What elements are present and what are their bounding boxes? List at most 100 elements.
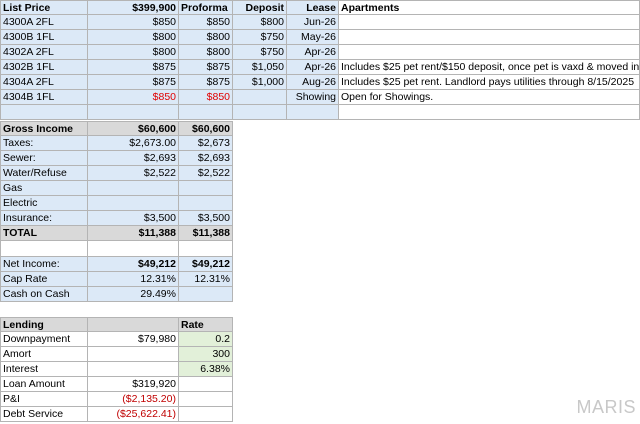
expense-label: Insurance: <box>0 211 88 226</box>
maris-watermark: MARIS <box>576 397 636 417</box>
expense-list: $2,673.00 <box>88 136 179 151</box>
expense-proforma <box>179 181 233 196</box>
unit-list-rent: $800 <box>88 30 179 45</box>
lending-row-rate: 300 <box>179 347 233 362</box>
unit-deposit: $1,000 <box>233 75 287 90</box>
expense-proforma: $2,673 <box>179 136 233 151</box>
cap-rate-proforma: 12.31% <box>179 272 233 287</box>
apartments-header: Apartments <box>339 0 640 15</box>
unit-list-rent: $875 <box>88 75 179 90</box>
unit-deposit: $1,050 <box>233 60 287 75</box>
lending-row-rate <box>179 392 233 407</box>
expense-list: $2,522 <box>88 166 179 181</box>
unit-lease: May-26 <box>287 30 339 45</box>
lending-row-rate <box>179 377 233 392</box>
unit-list-rent: $875 <box>88 60 179 75</box>
unit-name: 4302A 2FL <box>0 45 88 60</box>
unit-list-rent: $800 <box>88 45 179 60</box>
lending-row-value: $319,920 <box>88 377 179 392</box>
lending-row-label: Loan Amount <box>0 377 88 392</box>
total-label: TOTAL <box>0 226 88 241</box>
unit-proforma-rent: $800 <box>179 30 233 45</box>
unit-proforma-rent: $800 <box>179 45 233 60</box>
unit-note: Includes $25 pet rent/$150 deposit, once… <box>339 60 640 75</box>
expense-label: Sewer: <box>0 151 88 166</box>
expense-label: Gas <box>0 181 88 196</box>
gross-income-list: $60,600 <box>88 121 179 136</box>
unit-lease: Jun-26 <box>287 15 339 30</box>
unit-note: Open for Showings. <box>339 90 640 105</box>
lending-row-value: $79,980 <box>88 332 179 347</box>
lending-row-value <box>88 362 179 377</box>
cap-rate-list: 12.31% <box>88 272 179 287</box>
empty-cell <box>339 105 640 120</box>
empty-cell <box>179 287 233 302</box>
unit-proforma-rent: $875 <box>179 60 233 75</box>
net-income-proforma: $49,212 <box>179 257 233 272</box>
lending-row-label: Debt Service <box>0 407 88 422</box>
empty-cell <box>179 105 233 120</box>
unit-lease: Apr-26 <box>287 60 339 75</box>
list-price-value: $399,900 <box>88 0 179 15</box>
lending-row-label: P&I <box>0 392 88 407</box>
unit-note <box>339 45 640 60</box>
lending-row-label: Downpayment <box>0 332 88 347</box>
unit-deposit: $800 <box>233 15 287 30</box>
gross-income-proforma: $60,600 <box>179 121 233 136</box>
expense-proforma: $2,693 <box>179 151 233 166</box>
unit-list-rent: $850 <box>88 90 179 105</box>
expense-proforma: $3,500 <box>179 211 233 226</box>
lending-row-value: ($25,622.41) <box>88 407 179 422</box>
net-income-list: $49,212 <box>88 257 179 272</box>
unit-list-rent: $850 <box>88 15 179 30</box>
lending-row-value <box>88 347 179 362</box>
unit-proforma-rent: $850 <box>179 15 233 30</box>
lending-row-rate: 6.38% <box>179 362 233 377</box>
total-proforma: $11,388 <box>179 226 233 241</box>
lending-row-rate: 0.2 <box>179 332 233 347</box>
expense-label: Taxes: <box>0 136 88 151</box>
empty-cell <box>0 241 88 257</box>
empty-cell <box>88 105 179 120</box>
unit-lease: Aug-26 <box>287 75 339 90</box>
empty-cell <box>287 105 339 120</box>
unit-deposit <box>233 90 287 105</box>
expense-list: $3,500 <box>88 211 179 226</box>
unit-deposit: $750 <box>233 30 287 45</box>
rate-header: Rate <box>179 317 233 332</box>
deposit-header: Deposit <box>233 0 287 15</box>
lending-row-label: Interest <box>0 362 88 377</box>
lending-row-rate <box>179 407 233 422</box>
cash-on-cash-list: 29.49% <box>88 287 179 302</box>
lending-label: Lending <box>0 317 88 332</box>
total-list: $11,388 <box>88 226 179 241</box>
expense-label: Water/Refuse <box>0 166 88 181</box>
unit-name: 4304B 1FL <box>0 90 88 105</box>
expense-proforma <box>179 196 233 211</box>
gross-income-label: Gross Income <box>0 121 88 136</box>
expense-list <box>88 181 179 196</box>
empty-cell <box>179 241 233 257</box>
unit-lease: Showing <box>287 90 339 105</box>
unit-proforma-rent: $875 <box>179 75 233 90</box>
unit-deposit: $750 <box>233 45 287 60</box>
empty-cell <box>88 241 179 257</box>
unit-note <box>339 30 640 45</box>
lease-header: Lease <box>287 0 339 15</box>
unit-note <box>339 15 640 30</box>
unit-note: Includes $25 pet rent. Landlord pays uti… <box>339 75 640 90</box>
unit-lease: Apr-26 <box>287 45 339 60</box>
proforma-header: Proforma <box>179 0 233 15</box>
unit-name: 4302B 1FL <box>0 60 88 75</box>
cap-rate-label: Cap Rate <box>0 272 88 287</box>
expense-list: $2,693 <box>88 151 179 166</box>
unit-name: 4300B 1FL <box>0 30 88 45</box>
unit-name: 4300A 2FL <box>0 15 88 30</box>
list-price-label: List Price <box>0 0 88 15</box>
unit-name: 4304A 2FL <box>0 75 88 90</box>
expense-list <box>88 196 179 211</box>
expense-label: Electric <box>0 196 88 211</box>
net-income-label: Net Income: <box>0 257 88 272</box>
lending-row-label: Amort <box>0 347 88 362</box>
expense-proforma: $2,522 <box>179 166 233 181</box>
